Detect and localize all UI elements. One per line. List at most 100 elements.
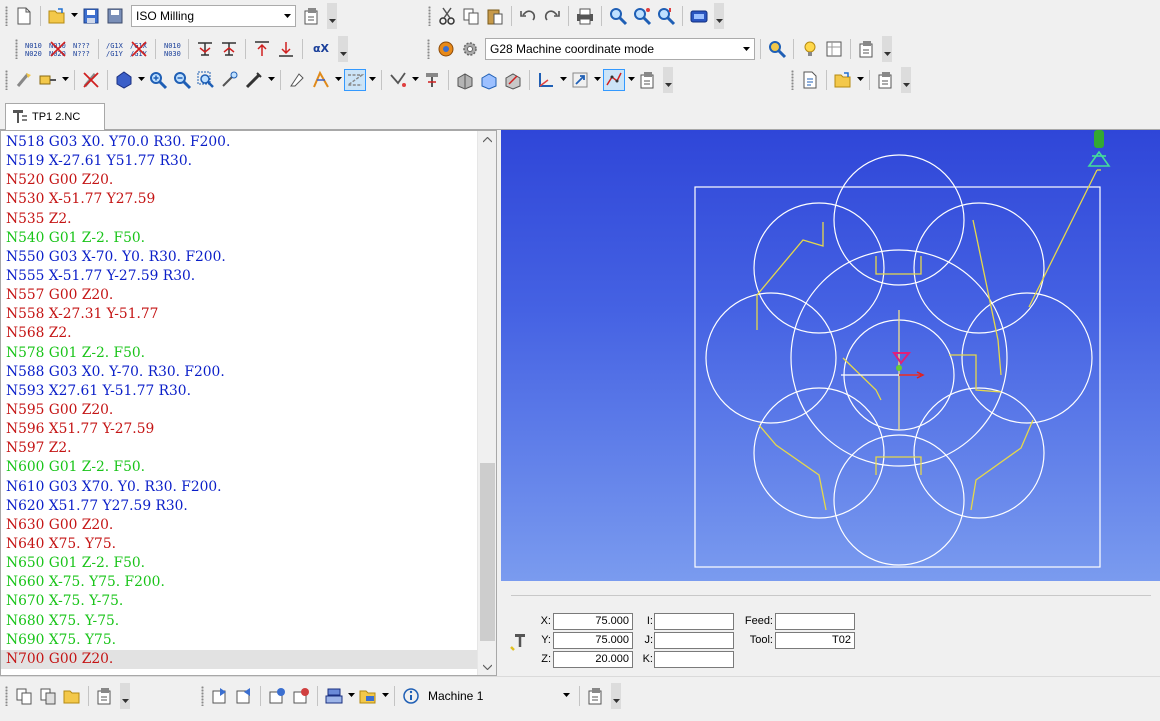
open-folder-icon[interactable]	[46, 5, 68, 27]
save-icon[interactable]	[80, 5, 102, 27]
report-icon[interactable]	[799, 69, 821, 91]
j-field[interactable]	[654, 632, 734, 649]
toolbar-overflow-chevron[interactable]	[120, 682, 130, 709]
feed-field[interactable]	[775, 613, 855, 630]
open-report-dropdown-arrow[interactable]	[856, 69, 864, 91]
show-path-toggle-icon[interactable]	[603, 68, 625, 91]
toolbar-overflow-chevron[interactable]	[338, 35, 348, 62]
gear-icon[interactable]	[459, 38, 481, 60]
machine-tool-icon[interactable]	[13, 69, 35, 91]
code-line-current[interactable]: N700 G00 Z20.	[1, 649, 481, 669]
open-report-icon[interactable]	[832, 69, 854, 91]
dnc-send-icon[interactable]	[266, 685, 288, 707]
measure-icon[interactable]	[243, 69, 265, 91]
code-line[interactable]: N535 Z2.	[6, 210, 476, 229]
code-line[interactable]: N593 X27.61 Y-51.77 R30.	[6, 382, 476, 401]
remove-numbers-icon[interactable]: N010 N020	[47, 38, 69, 60]
toolbar-overflow-chevron[interactable]	[663, 66, 673, 93]
section-icon[interactable]	[286, 69, 308, 91]
code-line[interactable]: N568 Z2.	[6, 324, 476, 343]
tool-field[interactable]: T02	[775, 632, 855, 649]
toolbar-grip[interactable]	[201, 685, 204, 706]
measure-dropdown-arrow[interactable]	[267, 69, 275, 91]
simulation-properties-icon[interactable]	[637, 69, 659, 91]
print-icon[interactable]	[574, 5, 596, 27]
stock-cut-icon[interactable]	[502, 69, 524, 91]
rapid-moves-toggle-icon[interactable]	[344, 68, 366, 91]
code-line[interactable]: N595 G00 Z20.	[6, 401, 476, 420]
toolbar-grip[interactable]	[791, 69, 794, 90]
grid-view-icon[interactable]	[823, 38, 845, 60]
code-line[interactable]: N555 X-51.77 Y-27.59 R30.	[6, 267, 476, 286]
machine-type-select[interactable]: ISO Milling	[131, 4, 296, 27]
delete-block-icon[interactable]	[218, 38, 240, 60]
toolbar-grip[interactable]	[5, 5, 8, 26]
code-line[interactable]: N596 X51.77 Y-27.59	[6, 420, 476, 439]
code-line[interactable]: N530 X-51.77 Y27.59	[6, 190, 476, 209]
redo-icon[interactable]	[541, 5, 563, 27]
solid-view-dropdown-arrow[interactable]	[137, 69, 145, 91]
tool-path-trace-icon[interactable]	[387, 69, 409, 91]
toolbar-grip[interactable]	[15, 38, 18, 59]
stock-view-icon[interactable]	[478, 69, 500, 91]
delete-tool-icon[interactable]	[80, 69, 102, 91]
origin-icon[interactable]	[569, 69, 591, 91]
rapid-moves-dropdown-arrow[interactable]	[368, 69, 376, 91]
comment-icon[interactable]: /G1X/G1Y	[104, 38, 126, 60]
properties-icon[interactable]	[856, 38, 878, 60]
editor-vertical-scrollbar[interactable]	[477, 131, 496, 675]
toolbar-overflow-chevron[interactable]	[714, 2, 724, 29]
tool-display-icon[interactable]	[421, 69, 443, 91]
code-line[interactable]: N660 X-75. Y75. F200.	[6, 573, 476, 592]
code-line[interactable]: N558 X-27.31 Y-51.77	[6, 305, 476, 324]
renumber-icon[interactable]: N010 N020	[23, 38, 45, 60]
i-field[interactable]	[654, 613, 734, 630]
code-line[interactable]: N578 G01 Z-2. F50.	[6, 344, 476, 363]
scrollbar-thumb[interactable]	[480, 463, 495, 641]
code-line[interactable]: N540 G01 Z-2. F50.	[6, 229, 476, 248]
align-bottom-icon[interactable]	[275, 38, 297, 60]
zoom-in-icon[interactable]	[147, 69, 169, 91]
toolbar-overflow-chevron[interactable]	[327, 2, 337, 29]
toolbar-overflow-chevron[interactable]	[882, 35, 892, 62]
code-line[interactable]: N518 G03 X0. Y70.0 R30. F200.	[6, 133, 476, 152]
clear-x-button[interactable]: αX	[308, 38, 334, 60]
copy-window-icon[interactable]	[13, 685, 35, 707]
tool-path-trace-dropdown-arrow[interactable]	[411, 69, 419, 91]
toolbar-overflow-chevron[interactable]	[611, 682, 621, 709]
solid-view-icon[interactable]	[113, 69, 135, 91]
spaces-icon[interactable]: N010 N030	[161, 38, 183, 60]
list-properties-icon[interactable]	[94, 685, 116, 707]
nc-code-editor[interactable]: N518 G03 X0. Y70.0 R30. F200. N519 X-27.6…	[0, 130, 497, 676]
open-dropdown-arrow[interactable]	[70, 5, 78, 27]
machine-select[interactable]: Machine 1	[424, 685, 574, 707]
uncomment-icon[interactable]: /G1X/G1Y	[128, 38, 150, 60]
machine-folder-dropdown-arrow[interactable]	[381, 685, 389, 707]
code-line[interactable]: N588 G03 X0. Y-70. R30. F200.	[6, 363, 476, 382]
machine-settings-icon[interactable]	[301, 5, 323, 27]
dnc-receive-icon[interactable]	[290, 685, 312, 707]
machine-connect-dropdown-arrow[interactable]	[347, 685, 355, 707]
code-line[interactable]: N690 X75. Y75.	[6, 631, 476, 650]
new-file-icon[interactable]	[13, 5, 35, 27]
stock-icon[interactable]	[454, 69, 476, 91]
align-top-icon[interactable]	[251, 38, 273, 60]
find-next-icon[interactable]	[631, 5, 653, 27]
unnumber-icon[interactable]: N??? N???	[71, 38, 93, 60]
tab-tp1-2-nc[interactable]: TP1 2.NC	[5, 103, 105, 130]
code-line[interactable]: N610 G03 X70. Y0. R30. F200.	[6, 478, 476, 497]
pan-icon[interactable]	[219, 69, 241, 91]
show-path-dropdown-arrow[interactable]	[627, 69, 635, 91]
save-as-icon[interactable]	[104, 5, 126, 27]
tool-holder-icon[interactable]	[37, 69, 59, 91]
cut-icon[interactable]	[436, 5, 458, 27]
zoom-out-icon[interactable]	[171, 69, 193, 91]
tool-setup-icon[interactable]	[435, 38, 457, 60]
y-field[interactable]: 75.000	[553, 632, 633, 649]
x-field[interactable]: 75.000	[553, 613, 633, 630]
code-line[interactable]: N630 G00 Z20.	[6, 516, 476, 535]
code-line[interactable]: N650 G01 Z-2. F50.	[6, 554, 476, 573]
info-icon[interactable]	[400, 685, 422, 707]
simulation-viewport[interactable]	[501, 130, 1160, 581]
code-lines[interactable]: N518 G03 X0. Y70.0 R30. F200. N519 X-27.6…	[1, 133, 481, 669]
